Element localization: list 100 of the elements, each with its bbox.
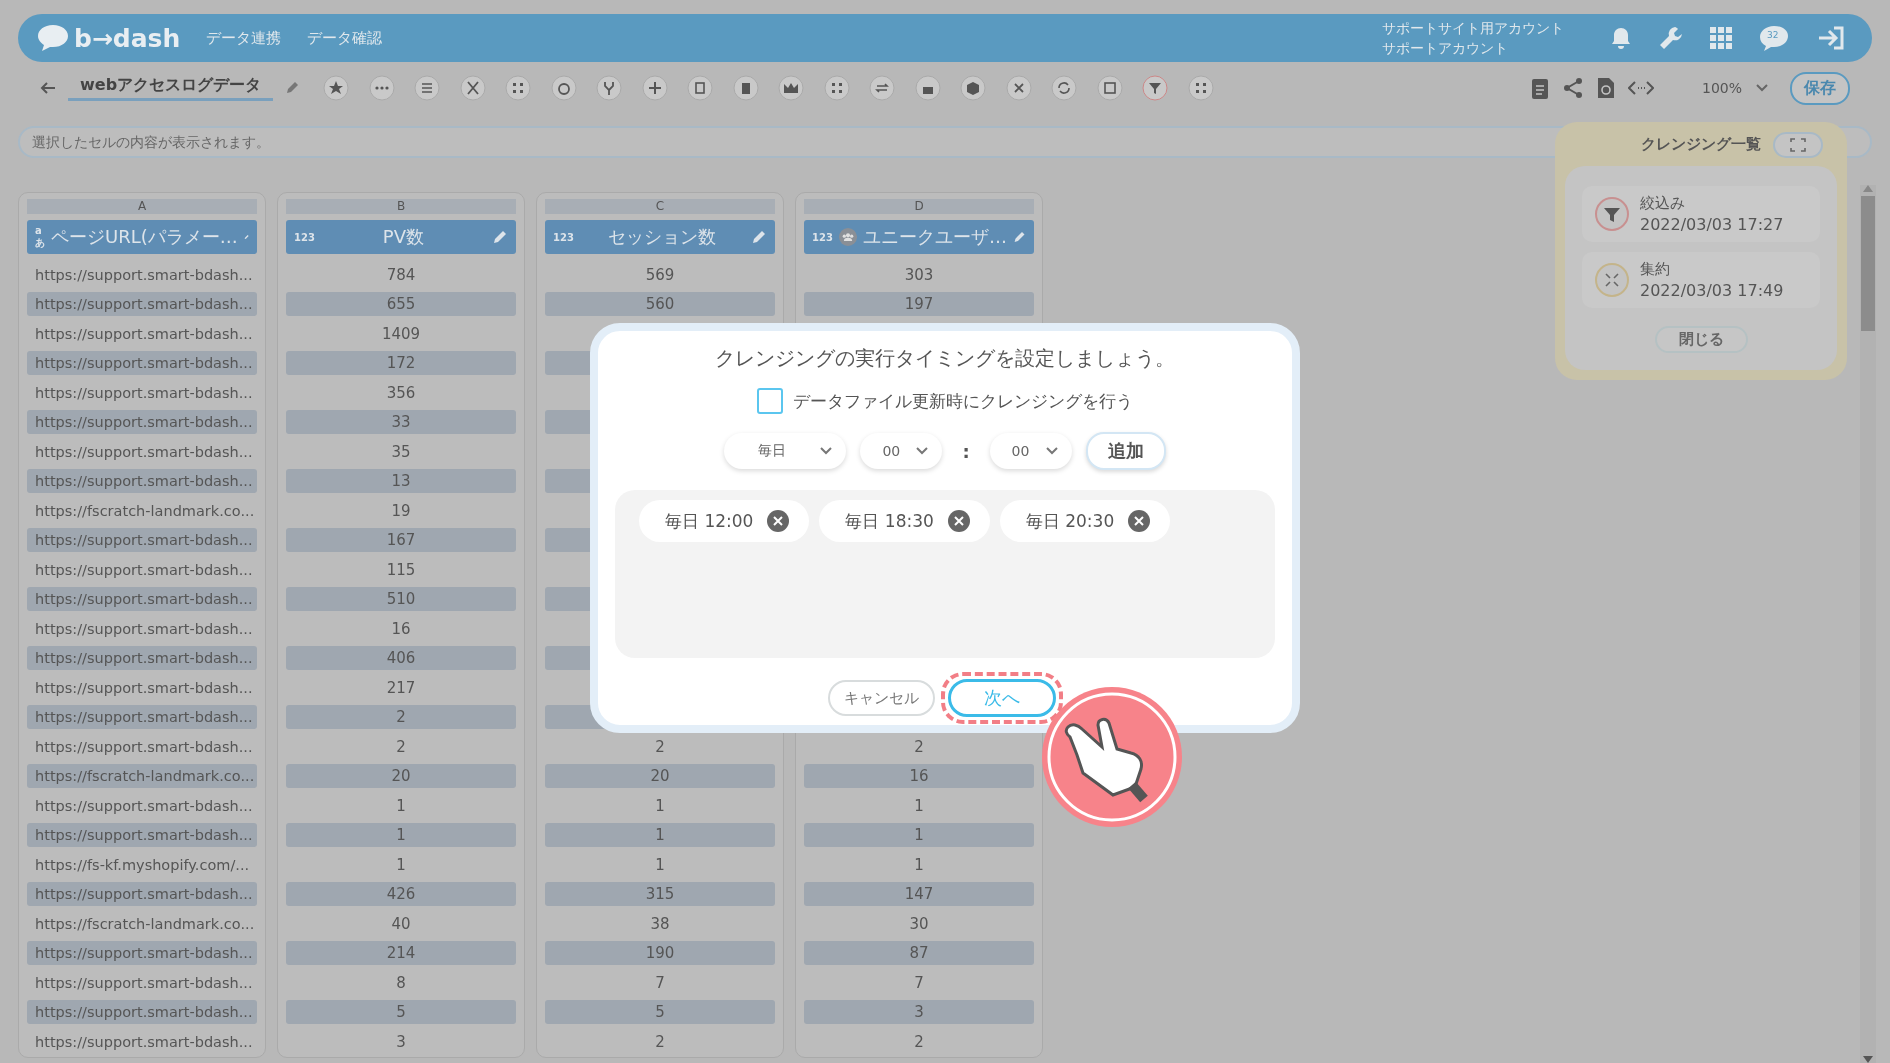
save-button[interactable]: 保存 bbox=[1790, 71, 1850, 105]
clipboard-icon[interactable] bbox=[1530, 76, 1550, 100]
grid-icon[interactable] bbox=[1710, 27, 1732, 49]
expand-button[interactable] bbox=[1773, 132, 1823, 158]
column-letter: A bbox=[27, 199, 257, 214]
table-cell-text: 1409 bbox=[380, 323, 422, 345]
table-cell: https://support.smart-bdash... bbox=[27, 705, 257, 730]
table-cell: https://support.smart-bdash... bbox=[27, 1000, 257, 1025]
table-cell-text: 8 bbox=[395, 972, 407, 994]
cleansing-date: 2022/03/03 17:49 bbox=[1640, 280, 1784, 302]
table-cell-text: 2 bbox=[913, 736, 925, 758]
table-cell-text: 2 bbox=[654, 736, 666, 758]
users-icon bbox=[838, 226, 857, 248]
table-cell-text: 303 bbox=[903, 264, 935, 286]
table-cell-text: https://support.smart-bdash... bbox=[34, 973, 254, 993]
scroll-down-icon[interactable] bbox=[1863, 1056, 1873, 1063]
logout-icon[interactable] bbox=[1816, 25, 1846, 51]
table-cell-text: 1 bbox=[395, 795, 407, 817]
column-header[interactable]: 123 PV数 bbox=[286, 220, 516, 254]
table-cell: 315 bbox=[545, 882, 775, 907]
dots-icon[interactable] bbox=[368, 75, 395, 101]
table-cell: 214 bbox=[286, 941, 516, 966]
table-cell-text: https://support.smart-bdash... bbox=[34, 442, 254, 462]
table-cell: 1 bbox=[545, 823, 775, 848]
table-cell-text: https://support.smart-bdash... bbox=[34, 324, 254, 344]
column-header[interactable]: 123 ユニークユーザ… bbox=[804, 220, 1034, 254]
table-cell: https://support.smart-bdash... bbox=[27, 528, 257, 553]
nav-link[interactable]: データ確認 bbox=[307, 28, 383, 48]
crown-icon[interactable] bbox=[778, 75, 805, 101]
table-cell-text: https://support.smart-bdash... bbox=[34, 383, 254, 403]
chat-icon[interactable]: 32 bbox=[1758, 24, 1790, 52]
table-cell: 560 bbox=[545, 292, 775, 317]
speech-bubble-icon bbox=[36, 23, 70, 53]
remove-icon[interactable] bbox=[947, 510, 970, 532]
frequency-select[interactable]: 毎日 bbox=[724, 433, 847, 469]
table-cell-text: 356 bbox=[385, 382, 417, 404]
table-cell: 20 bbox=[286, 764, 516, 789]
scrollbar[interactable] bbox=[1860, 185, 1876, 1063]
table-cell-text: 1 bbox=[913, 854, 925, 876]
loop-icon[interactable] bbox=[869, 75, 896, 101]
table-cell-text: 115 bbox=[385, 559, 417, 581]
list-icon[interactable] bbox=[414, 75, 441, 101]
cleansing-name: 絞込み bbox=[1640, 193, 1686, 214]
code-icon[interactable] bbox=[1628, 80, 1654, 96]
logo-text[interactable]: b→dash bbox=[74, 23, 181, 53]
table-cell-text: https://support.smart-bdash... bbox=[34, 737, 254, 757]
table-cell-text: https://support.smart-bdash... bbox=[34, 265, 254, 285]
remove-icon[interactable] bbox=[767, 510, 790, 532]
table-cell: 2 bbox=[286, 705, 516, 730]
plus-icon[interactable] bbox=[641, 75, 668, 101]
back-arrow-icon[interactable] bbox=[40, 81, 56, 95]
hour-select[interactable]: 00 bbox=[860, 433, 943, 469]
table-cell: 510 bbox=[286, 587, 516, 612]
table-cell-text: 2 bbox=[654, 1031, 666, 1053]
table-cell: 5 bbox=[286, 1000, 516, 1025]
table-cell-text: https://fscratch-landmark.co... bbox=[34, 501, 256, 521]
next-button[interactable]: 次へ bbox=[947, 679, 1056, 717]
chevron-icon bbox=[1756, 84, 1768, 92]
table-cell-text: 19 bbox=[390, 500, 412, 522]
share-icon[interactable] bbox=[1562, 77, 1584, 99]
scrollbar-thumb[interactable] bbox=[1861, 196, 1875, 331]
table-cell: 5 bbox=[545, 1000, 775, 1025]
add-button[interactable]: 追加 bbox=[1085, 432, 1166, 470]
table-cell: https://support.smart-bdash... bbox=[27, 882, 257, 907]
table-cell: https://support.smart-bdash... bbox=[27, 469, 257, 494]
refresh-icon[interactable] bbox=[1051, 75, 1078, 101]
pencil-icon[interactable] bbox=[285, 81, 300, 95]
cleansing-item[interactable]: 絞込み 2022/03/03 17:27 bbox=[1582, 186, 1820, 242]
cleansing-item[interactable]: 集約 2022/03/03 17:49 bbox=[1582, 252, 1820, 308]
bell-icon[interactable] bbox=[1610, 26, 1632, 50]
grid-icon[interactable] bbox=[1187, 75, 1214, 101]
table-cell: 20 bbox=[545, 764, 775, 789]
table-cell: 655 bbox=[286, 292, 516, 317]
data-title[interactable]: webアクセスログデータ bbox=[68, 75, 274, 101]
close-icon[interactable] bbox=[1005, 75, 1032, 101]
document-refresh-icon[interactable] bbox=[1596, 76, 1616, 100]
minute-select[interactable]: 00 bbox=[989, 433, 1072, 469]
nav-link[interactable]: データ連携 bbox=[206, 28, 282, 48]
table-cell-text: https://support.smart-bdash... bbox=[34, 560, 254, 580]
checkbox[interactable] bbox=[757, 388, 783, 414]
close-button[interactable]: 閉じる bbox=[1654, 326, 1748, 353]
column-header[interactable]: 123 セッション数 bbox=[545, 220, 775, 254]
table-cell: 33 bbox=[286, 410, 516, 435]
remove-icon[interactable] bbox=[1128, 510, 1151, 532]
table-cell: 1 bbox=[804, 823, 1034, 848]
table-cell-text: 1 bbox=[913, 795, 925, 817]
pencil-icon[interactable] bbox=[492, 229, 508, 245]
chevron-icon bbox=[820, 447, 833, 455]
wrench-icon[interactable] bbox=[1658, 25, 1684, 51]
table-cell-text: 35 bbox=[390, 441, 412, 463]
table-cell: https://support.smart-bdash... bbox=[27, 410, 257, 435]
pencil-icon[interactable] bbox=[751, 229, 767, 245]
cancel-button[interactable]: キャンセル bbox=[827, 680, 935, 716]
filter-icon[interactable] bbox=[1142, 75, 1169, 101]
table-cell: https://support.smart-bdash... bbox=[27, 587, 257, 612]
cleansing-date: 2022/03/03 17:27 bbox=[1640, 214, 1784, 236]
checkbox-label[interactable]: データファイル更新時にクレンジングを行う bbox=[793, 389, 1133, 413]
schedule-label: 毎日 12:00 bbox=[665, 509, 754, 533]
table-cell-text: 30 bbox=[908, 913, 930, 935]
zoom-select[interactable]: 100% bbox=[1686, 74, 1778, 102]
